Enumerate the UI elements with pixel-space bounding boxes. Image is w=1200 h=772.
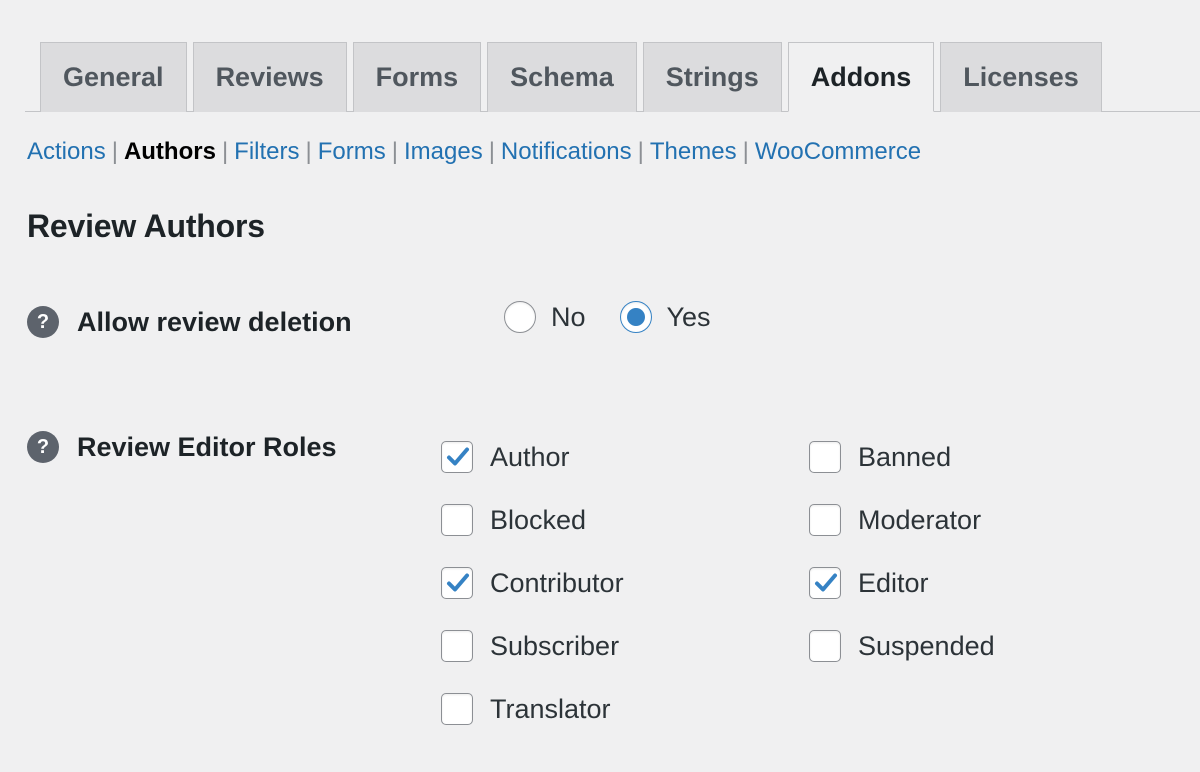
tab-schema[interactable]: Schema [487,42,637,112]
row-label-text: Review Editor Roles [77,432,337,462]
subnav-item-authors[interactable]: Authors [124,138,216,165]
row-label-allow-review-deletion: ? Allow review deletion [27,300,504,341]
row-controls-review-editor-roles: Author Blocked Contributor Subscriber Transl… [441,425,1177,740]
checkbox-label: Subscriber [490,630,620,661]
addons-subnav: Actions | Authors | Filters | Forms | Images | Not… [27,133,921,171]
checkbox-unchecked-icon[interactable] [441,629,473,662]
subnav-separator: | [391,138,398,165]
checkbox-role-translator[interactable]: Translator [441,677,809,740]
subnav-separator: | [488,138,495,165]
row-label-review-editor-roles: ? Review Editor Roles [27,425,441,466]
subnav-separator: | [637,138,644,165]
radio-group-allow-review-deletion: No Yes [504,300,1177,334]
checkbox-label: Translator [490,693,611,724]
checkbox-role-moderator[interactable]: Moderator [809,488,1177,551]
subnav-item-images[interactable]: Images [404,138,483,165]
help-icon[interactable]: ? [27,431,59,463]
checkbox-label: Suspended [858,630,995,661]
checkbox-unchecked-icon[interactable] [809,629,841,662]
checkbox-role-author[interactable]: Author [441,425,809,488]
checkbox-group-review-editor-roles: Author Blocked Contributor Subscriber Transl… [441,425,1177,740]
checkbox-unchecked-icon[interactable] [809,503,841,536]
checkbox-role-subscriber[interactable]: Subscriber [441,614,809,677]
subnav-item-woocommerce[interactable]: WooCommerce [755,138,921,165]
radio-selected-icon[interactable] [619,301,652,333]
checkbox-checked-icon[interactable] [441,440,473,473]
checkbox-role-suspended[interactable]: Suspended [809,614,1177,677]
subnav-item-filters[interactable]: Filters [234,138,299,165]
checkbox-checked-icon[interactable] [441,566,473,599]
settings-form: ? Allow review deletion No Yes ? Review E… [27,300,1177,740]
help-icon[interactable]: ? [27,306,59,338]
checkbox-role-editor[interactable]: Editor [809,551,1177,614]
subnav-item-themes[interactable]: Themes [650,138,737,165]
radio-unselected-icon[interactable] [504,301,536,333]
row-label-text: Allow review deletion [77,307,352,337]
tab-licenses[interactable]: Licenses [940,42,1102,112]
tab-addons[interactable]: Addons [787,42,935,112]
checkbox-unchecked-icon[interactable] [441,503,473,536]
row-controls-allow-review-deletion: No Yes [504,300,1177,334]
checkbox-checked-icon[interactable] [809,566,841,599]
subnav-item-forms[interactable]: Forms [318,138,386,165]
checkbox-unchecked-icon[interactable] [441,692,473,725]
subnav-separator: | [111,138,118,165]
subnav-separator: | [305,138,312,165]
settings-page: General Reviews Forms Schema Strings Addons Li… [0,0,1200,772]
radio-allow-review-deletion-yes[interactable]: Yes [619,300,711,334]
page-title: Review Authors [27,208,265,244]
radio-label: Yes [666,302,711,332]
row-allow-review-deletion: ? Allow review deletion No Yes [27,300,1177,341]
tab-forms[interactable]: Forms [352,42,482,112]
checkbox-label: Editor [858,567,929,598]
checkbox-role-contributor[interactable]: Contributor [441,551,809,614]
checkbox-label: Blocked [490,504,587,535]
checkbox-label: Contributor [490,567,624,598]
tab-reviews[interactable]: Reviews [192,42,347,112]
checkbox-unchecked-icon[interactable] [809,440,841,473]
radio-allow-review-deletion-no[interactable]: No [504,300,586,334]
checkbox-column-2: Banned Moderator Editor Suspended [809,425,1177,740]
checkbox-role-blocked[interactable]: Blocked [441,488,809,551]
checkbox-column-1: Author Blocked Contributor Subscriber Transl… [441,425,809,740]
subnav-item-notifications[interactable]: Notifications [501,138,632,165]
tab-strings[interactable]: Strings [642,42,782,112]
checkbox-label: Author [490,441,570,472]
checkbox-role-banned[interactable]: Banned [809,425,1177,488]
checkbox-label: Banned [858,441,952,472]
radio-label: No [551,302,586,332]
subnav-separator: | [742,138,749,165]
subnav-separator: | [221,138,229,165]
row-review-editor-roles: ? Review Editor Roles Author Blocked Contr… [27,425,1177,740]
checkbox-label: Moderator [858,504,982,535]
subnav-item-actions[interactable]: Actions [27,138,106,165]
settings-tab-bar: General Reviews Forms Schema Strings Addons Li… [25,41,1200,112]
tab-general[interactable]: General [40,42,187,112]
